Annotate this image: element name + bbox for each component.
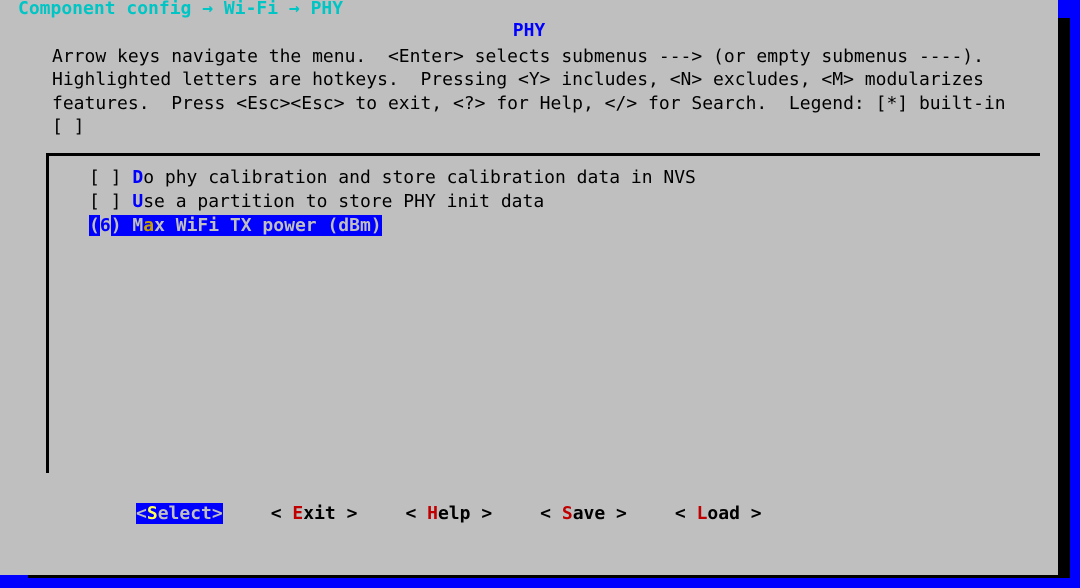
help-text: Arrow keys navigate the menu. <Enter> se… bbox=[52, 45, 1012, 139]
help-button[interactable]: < Help > bbox=[405, 503, 492, 524]
hotkey: D bbox=[132, 167, 143, 188]
select-button[interactable]: <Select> bbox=[136, 503, 223, 524]
button-row: <Select> < Exit > < Help > < Save > < Lo… bbox=[136, 503, 1040, 524]
value: 6 bbox=[100, 215, 111, 236]
item-label: o phy calibration and store calibration … bbox=[143, 167, 696, 188]
checkbox-prefix: [ ] bbox=[89, 167, 132, 188]
exit-button[interactable]: < Exit > bbox=[271, 503, 358, 524]
checkbox-prefix: [ ] bbox=[89, 191, 132, 212]
value-prefix-close: ) bbox=[111, 215, 133, 236]
item-label: x WiFi TX power (dBm) bbox=[154, 215, 382, 236]
hotkey: U bbox=[132, 191, 143, 212]
menu-item-max-wifi-tx-power[interactable]: (6) Max WiFi TX power (dBm) bbox=[89, 214, 382, 238]
menuconfig-dialog: Component config → Wi-Fi → PHY PHY Arrow… bbox=[0, 0, 1058, 575]
value-prefix-open: ( bbox=[89, 215, 100, 236]
menu-item-phy-calibration[interactable]: [ ] Do phy calibration and store calibra… bbox=[89, 166, 1040, 190]
pre-hotkey: M bbox=[132, 215, 143, 236]
hotkey: a bbox=[143, 215, 154, 236]
menu-item-partition-phy-init[interactable]: [ ] Use a partition to store PHY init da… bbox=[89, 190, 1040, 214]
page-title: PHY bbox=[18, 20, 1040, 41]
save-button[interactable]: < Save > bbox=[540, 503, 627, 524]
menu-list: [ ] Do phy calibration and store calibra… bbox=[46, 153, 1040, 473]
load-button[interactable]: < Load > bbox=[675, 503, 762, 524]
item-label: se a partition to store PHY init data bbox=[143, 191, 544, 212]
breadcrumb: Component config → Wi-Fi → PHY bbox=[18, 0, 343, 19]
